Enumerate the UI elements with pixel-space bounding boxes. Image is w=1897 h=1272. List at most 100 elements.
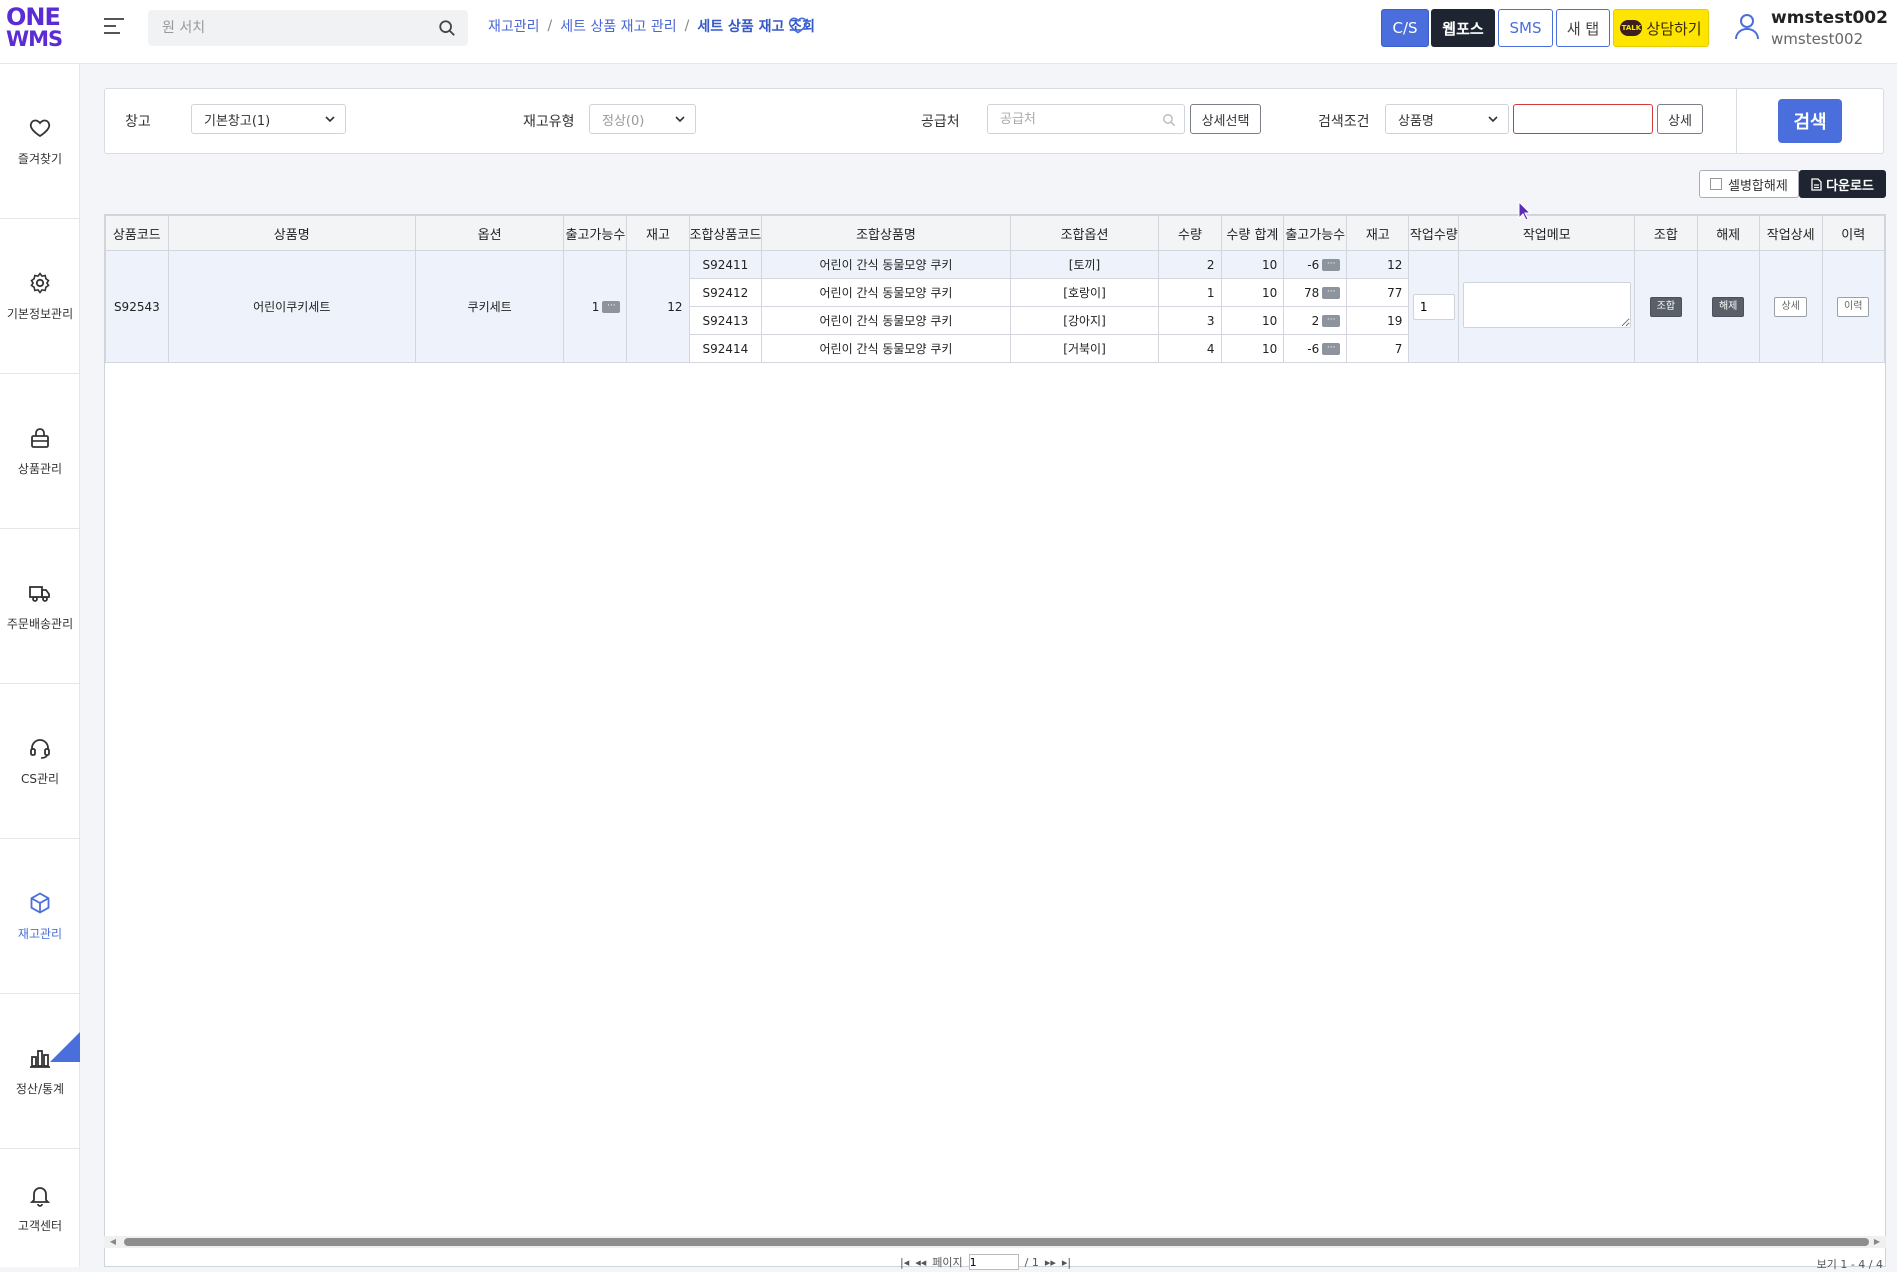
sidebar-item-inventory[interactable]: 재고관리 [0,839,80,994]
warehouse-label: 창고 [125,114,151,130]
more-icon[interactable]: ··· [1322,287,1341,299]
chevron-down-icon [325,116,335,123]
component-option-cell: [강아지] [1009,306,1160,335]
component-code-cell: S92414 [688,334,763,363]
global-search [148,10,468,46]
combine-cell: 조합 [1634,250,1698,363]
sidebar-item-favorites[interactable]: 즐겨찾기 [0,64,80,219]
column-header[interactable]: 수량 합계 [1220,215,1285,251]
column-header[interactable]: 조합옵션 [1009,215,1160,251]
stock-type-select[interactable]: 정상(0) [589,104,696,134]
breadcrumb-item-1[interactable]: 재고관리 [488,16,540,36]
more-icon[interactable]: ··· [1322,343,1341,355]
user-avatar-icon[interactable] [1734,12,1760,40]
column-header[interactable]: 상품명 [167,215,416,251]
component-stock-cell: 12 [1346,250,1410,279]
horizontal-scrollbar[interactable]: ◀ ▶ [104,1236,1886,1248]
column-header[interactable]: 출고가능수 [1283,215,1348,251]
column-header[interactable]: 재고 [1346,215,1410,251]
history-cell: 이력 [1821,250,1885,363]
column-header[interactable]: 작업상세 [1758,215,1823,251]
column-header[interactable]: 작업메모 [1458,215,1636,251]
user-name[interactable]: wmstest002 [1771,8,1888,28]
work-memo-input[interactable] [1462,282,1631,328]
component-qty-total-cell: 10 [1220,278,1285,307]
favorite-heart-icon[interactable] [788,15,808,35]
detail-select-button[interactable]: 상세선택 [1190,104,1261,134]
search-value-input[interactable] [1513,104,1653,134]
column-header[interactable]: 출고가능수 [563,215,628,251]
column-header[interactable]: 수량 [1158,215,1222,251]
search-button[interactable]: 검색 [1778,99,1842,143]
history-button[interactable]: 이력 [1837,296,1870,317]
stock-type-value: 정상(0) [602,113,645,129]
scroll-right-icon[interactable]: ▶ [1872,1236,1882,1248]
release-cell: 해제 [1696,250,1760,363]
component-code-cell: S92413 [688,306,763,335]
component-name-cell: 어린이 간식 동물모양 쿠키 [761,278,1011,307]
component-qty-cell: 3 [1158,306,1222,335]
unmerge-cells-toggle[interactable]: 셀병합해제 [1699,170,1799,198]
search-icon[interactable] [438,19,456,37]
component-available-value: -6 [1307,341,1320,356]
release-button[interactable]: 해제 [1711,296,1745,317]
sidebar-item-label: 주문배송관리 [6,616,74,631]
more-icon[interactable]: ··· [602,301,621,313]
component-available-value: 78 [1303,285,1320,300]
page-input[interactable] [968,1254,1019,1270]
search-icon[interactable] [1162,113,1176,127]
work-detail-button[interactable]: 상세 [1774,296,1807,317]
webpos-button[interactable]: 웹포스 [1431,9,1495,47]
more-icon[interactable]: ··· [1322,315,1341,327]
sidebar-item-label: 정산/통계 [15,1081,65,1096]
search-condition-select[interactable]: 상품명 [1385,104,1509,134]
breadcrumb-item-2[interactable]: 세트 상품 재고 관리 [560,16,676,36]
table-header-row: 상품코드 상품명 옵션 출고가능수 재고 조합상품코드 조합상품명 조합옵션 수… [105,215,1885,251]
sidebar-item-label: CS관리 [20,771,60,786]
page-label: 페이지 [932,1256,963,1269]
global-search-input[interactable] [148,10,418,46]
work-qty-input[interactable] [1412,293,1455,320]
sidebar-item-stats[interactable]: 정산/통계 [0,994,80,1149]
column-header[interactable]: 조합상품코드 [688,215,763,251]
chevron-down-icon [1488,116,1498,123]
column-header[interactable]: 작업수량 [1408,215,1460,251]
search-condition-label: 검색조건 [1318,114,1370,130]
warehouse-select[interactable]: 기본창고(1) [191,104,346,134]
download-button[interactable]: 다운로드 [1799,170,1886,198]
supplier-input[interactable] [987,104,1185,134]
new-tab-button[interactable]: 새 탭 [1556,9,1610,47]
scrollbar-thumb[interactable] [124,1238,1869,1246]
component-available-value: 2 [1311,313,1320,328]
cs-button[interactable]: C/S [1381,9,1429,47]
table-row[interactable]: S92543 어린이쿠키세트 쿠키세트 1 ··· 12 S92411 어린이 간… [105,250,1885,363]
set-option-cell: 쿠키세트 [414,250,565,363]
more-icon[interactable]: ··· [1322,259,1341,271]
column-header[interactable]: 조합 [1634,215,1698,251]
unmerge-checkbox[interactable] [1710,178,1722,190]
bar-chart-icon [30,1049,50,1068]
set-name-cell: 어린이쿠키세트 [167,250,416,363]
sidebar-item-basic-info[interactable]: 기본정보관리 [0,219,80,374]
column-header[interactable]: 옵션 [414,215,565,251]
sms-button[interactable]: SMS [1498,9,1553,47]
sidebar-item-products[interactable]: 상품관리 [0,374,80,529]
column-header[interactable]: 재고 [626,215,690,251]
combine-button[interactable]: 조합 [1649,296,1683,317]
logo[interactable]: ONE WMS [6,5,64,54]
component-name-cell: 어린이 간식 동물모양 쿠키 [761,306,1011,335]
detail-button[interactable]: 상세 [1657,104,1703,134]
column-header[interactable]: 해제 [1696,215,1760,251]
column-header[interactable]: 이력 [1821,215,1885,251]
breadcrumb: 재고관리 / 세트 상품 재고 관리 / 세트 상품 재고 조회 [488,16,815,36]
cube-icon [30,891,50,914]
sidebar-item-orders[interactable]: 주문배송관리 [0,529,80,684]
download-label: 다운로드 [1826,178,1874,194]
column-header[interactable]: 조합상품명 [761,215,1011,251]
column-header[interactable]: 상품코드 [105,215,169,251]
scroll-left-icon[interactable]: ◀ [108,1236,118,1248]
sidebar-item-support[interactable]: 고객센터 [0,1149,80,1267]
sidebar-item-cs[interactable]: CS관리 [0,684,80,839]
menu-toggle-icon[interactable] [104,18,124,36]
kakao-talk-button[interactable]: TALK 상담하기 [1613,9,1709,47]
